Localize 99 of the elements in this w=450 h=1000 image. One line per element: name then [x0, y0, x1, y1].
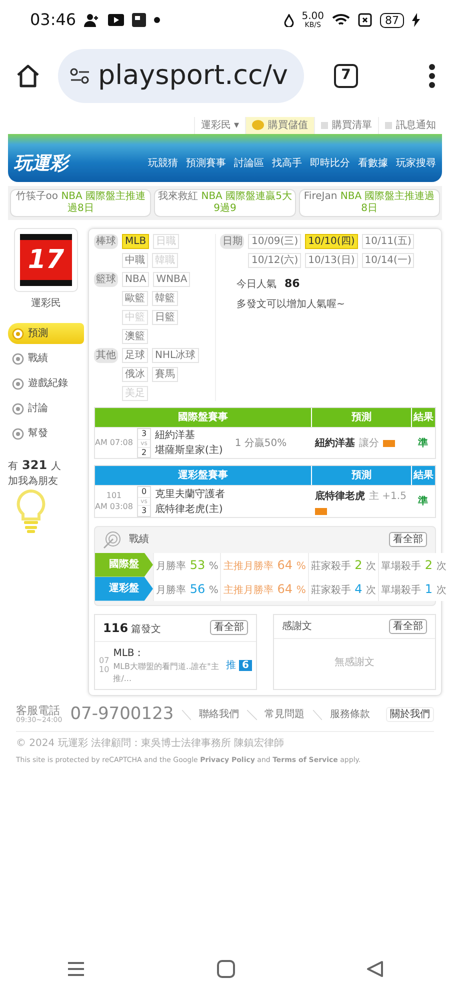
date-chip[interactable]: 10/10(四) — [305, 234, 358, 249]
stat-text: 莊家殺手 4 次 — [308, 576, 378, 601]
stat-text: 主推月勝率 64 % — [220, 576, 308, 601]
address-bar[interactable]: playsport.cc/v — [58, 49, 304, 103]
stat-text: 月勝率 53 % — [153, 552, 220, 577]
footer-link[interactable]: 常見問題 — [264, 707, 305, 722]
league-chip[interactable]: 足球 — [122, 348, 148, 363]
view-all-button[interactable]: 看全部 — [210, 620, 248, 636]
nav-link[interactable]: 找高手 — [272, 156, 302, 170]
post-count: 116 篇發文 — [103, 620, 162, 637]
user-name: 運彩民 — [30, 297, 62, 311]
battery: 87 — [380, 12, 404, 28]
side-menu-item[interactable]: 預測 — [8, 323, 84, 344]
push-count: 推 6 — [226, 658, 252, 673]
team-name: 底特律老虎(主) — [155, 502, 224, 517]
league-chip[interactable]: 賽馬 — [152, 367, 178, 382]
ticker-item[interactable]: FireJan NBA 國際盤主推連過8日 — [298, 189, 440, 217]
date-chip[interactable]: 10/13(日) — [305, 253, 358, 268]
league-chip[interactable]: WNBA — [153, 272, 190, 287]
league-chip[interactable]: 韓籃 — [152, 291, 178, 306]
section-title: 感謝文 — [282, 620, 312, 634]
team-name: 紐約洋基 — [155, 428, 196, 444]
popularity-tip: 多發文可以增加人氣喔~ — [236, 298, 346, 312]
phone-number: 07-9700123 — [70, 702, 174, 726]
column-header: 預測 — [311, 466, 411, 486]
friend-count: 有 321 人 — [8, 457, 62, 474]
team-name: 堪薩斯皇家(主) — [155, 444, 223, 458]
league-chip[interactable]: 俄冰 — [122, 367, 148, 382]
stat-text: 主推月勝率 64 % — [220, 552, 308, 577]
pick-line: 讓分 — [359, 436, 379, 451]
ticker-item[interactable]: 我來救紅 NBA 國際盤連贏5大9過9 — [154, 189, 296, 217]
side-menu-item[interactable]: 幫發 — [8, 423, 84, 444]
record-label: 運彩盤 — [95, 576, 153, 601]
result-text: 準 — [417, 436, 429, 451]
nav-link[interactable]: 看數據 — [358, 156, 388, 170]
view-all-button[interactable]: 看全部 — [389, 532, 427, 548]
nav-link[interactable]: 玩家搜尋 — [396, 156, 436, 170]
popularity-label: 今日人氣 — [236, 278, 276, 292]
league-chip[interactable]: 日籃 — [152, 310, 178, 325]
tab-count-button[interactable]: 7 — [334, 64, 358, 88]
popularity-value: 86 — [284, 276, 300, 292]
nav-link[interactable]: 預測賽事 — [186, 156, 226, 170]
post-tag: MLB : — [113, 646, 222, 661]
phone-label: 客服電話 — [16, 704, 60, 717]
footer-link[interactable]: 聯絡我們 — [199, 707, 240, 722]
filter-label: 棒球 — [94, 234, 118, 249]
record-label: 國際盤 — [95, 552, 153, 577]
game-time: AM 03:08 — [95, 502, 133, 512]
result-text: 準 — [417, 494, 429, 510]
date-chip[interactable]: 10/12(六) — [248, 253, 302, 268]
column-header: 結果 — [411, 408, 435, 427]
stat-text: 莊家殺手 2 次 — [308, 552, 378, 577]
post-month: 10 — [99, 665, 110, 675]
nav-link[interactable]: 即時比分 — [310, 156, 350, 170]
column-header: 運彩盤賽事 — [177, 468, 229, 484]
network-speed: 5.00 — [302, 12, 324, 22]
column-header: 結果 — [411, 466, 435, 486]
section-title: 戰績 — [129, 532, 149, 548]
clock: 03:46 — [30, 9, 76, 31]
pick-team: 紐約洋基 — [315, 436, 355, 451]
side-menu-item[interactable]: 討論 — [8, 398, 84, 419]
ticker-item[interactable]: 竹筷子oo NBA 國際盤主推連過8日 — [10, 189, 152, 217]
league-chip[interactable]: NBA — [122, 272, 150, 287]
pick-line: 主 +1.5 — [369, 490, 406, 504]
date-chip[interactable]: 10/09(三) — [248, 234, 302, 249]
league-chip[interactable]: 澳籃 — [122, 329, 148, 344]
date-label: 日期 — [220, 234, 244, 249]
side-menu-item[interactable]: 戰績 — [8, 348, 84, 369]
line-text: 1 分贏50% — [234, 436, 287, 451]
league-chip[interactable]: 中職 — [122, 253, 148, 268]
league-chip[interactable]: 歐籃 — [122, 291, 148, 306]
nav-link[interactable]: 討論區 — [234, 156, 264, 170]
game-code: 101 — [105, 491, 123, 502]
league-chip[interactable]: MLB — [122, 234, 150, 249]
stat-text: 單場殺手 2 次 — [378, 552, 448, 577]
nav-link[interactable]: 玩競猜 — [148, 156, 178, 170]
top-link[interactable]: 購買儲值 — [245, 116, 314, 134]
view-all-button[interactable]: 看全部 — [389, 618, 427, 634]
post-title: MLB大聯盟的看門道..誰在"主推/... — [113, 660, 220, 685]
game-time: AM 07:08 — [95, 438, 133, 448]
friend-note: 加我為朋友 — [8, 474, 58, 489]
column-header: 預測 — [311, 408, 411, 427]
date-chip[interactable]: 10/14(一) — [362, 253, 414, 268]
stat-text: 月勝率 56 % — [153, 576, 220, 601]
pick-team: 底特律老虎 — [315, 489, 365, 504]
team-name: 克里夫蘭守護者 — [155, 488, 225, 502]
column-header: 國際盤賽事 — [177, 410, 229, 425]
copyright-text: © 2024 玩運彩 法律顧問：東吳博士法律事務所 陳鎮宏律師 — [16, 736, 286, 752]
stat-text: 單場殺手 1 次 — [378, 576, 448, 601]
about-link[interactable]: 關於我們 — [386, 707, 434, 722]
footer-link[interactable]: 服務條款 — [330, 707, 370, 722]
date-chip[interactable]: 10/11(五) — [362, 234, 414, 249]
filter-label: 其他 — [94, 348, 118, 363]
post-day: 07 — [99, 656, 110, 666]
avatar-logo: 17 — [20, 234, 72, 286]
empty-text: 無感謝文 — [334, 656, 376, 670]
league-chip[interactable]: NHL冰球 — [152, 348, 199, 363]
filter-label: 籃球 — [94, 272, 118, 287]
side-menu-item[interactable]: 遊戲紀錄 — [8, 373, 84, 394]
